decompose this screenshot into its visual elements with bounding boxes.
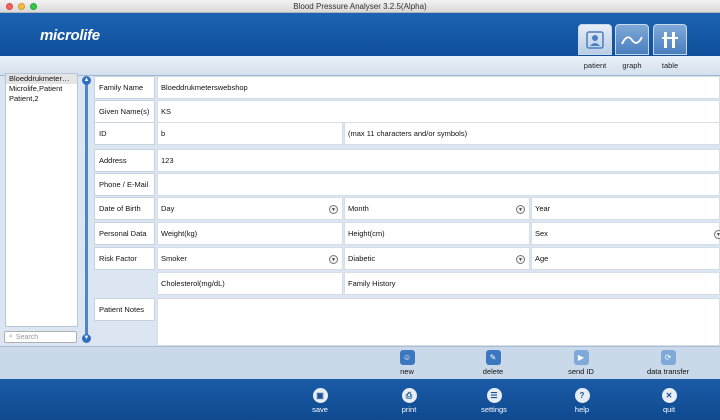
delete-label: delete	[482, 367, 504, 376]
patient-list[interactable]: Bloeddrukmeter… Microlife,Patient Patien…	[5, 73, 78, 327]
given-names-label: Given Name(s)	[94, 100, 155, 123]
tab-patient-label: patient	[583, 61, 607, 70]
save-icon: ▣	[312, 388, 328, 403]
list-scrollbar[interactable]	[85, 80, 88, 338]
window-title: Blood Pressure Analyser 3.2.5(Alpha)	[293, 2, 427, 11]
sex-value: Sex	[535, 229, 548, 238]
send-id-label: send ID	[568, 367, 594, 376]
data-transfer-icon: ⟳	[660, 350, 676, 365]
weight-field[interactable]: Weight(kg)	[157, 222, 343, 245]
dob-month-select[interactable]: Month ▼	[344, 197, 530, 220]
quit-label: quit	[662, 405, 676, 414]
help-icon: ?	[574, 388, 590, 403]
print-label: print	[401, 405, 417, 414]
smoker-select[interactable]: Smoker ▼	[157, 247, 343, 270]
new-button[interactable]: ☺ new	[382, 350, 432, 376]
delete-icon: ✎	[485, 350, 501, 365]
data-transfer-label: data transfer	[646, 367, 690, 376]
minimize-window-button[interactable]	[18, 3, 25, 10]
print-icon: ⎙	[401, 388, 417, 403]
dob-day-select[interactable]: Day ▼	[157, 197, 343, 220]
chevron-down-icon: ▼	[516, 205, 525, 214]
tab-table-label: table	[661, 61, 679, 70]
chevron-down-icon: ▼	[329, 205, 338, 214]
new-patient-icon: ☺	[399, 350, 415, 365]
list-item[interactable]: Bloeddrukmeter…	[6, 74, 77, 84]
send-id-button[interactable]: ▶ send ID	[556, 350, 606, 376]
patient-notes-label: Patient Notes	[94, 298, 155, 321]
print-button[interactable]: ⎙ print	[389, 388, 429, 414]
settings-button[interactable]: ☰ settings	[474, 388, 514, 414]
diabetic-value: Diabetic	[348, 254, 376, 263]
close-window-button[interactable]	[6, 3, 13, 10]
phone-email-field[interactable]	[157, 173, 720, 196]
tab-graph-label: graph	[622, 61, 642, 70]
data-transfer-button[interactable]: ⟳ data transfer	[643, 350, 693, 376]
sex-select[interactable]: Sex ▼	[531, 222, 720, 245]
chevron-down-icon: ▼	[714, 230, 720, 239]
settings-icon: ☰	[486, 388, 502, 403]
family-name-label: Family Name	[94, 76, 155, 99]
cholesterol-field[interactable]: Cholesterol(mg/dL)	[157, 272, 343, 295]
settings-label: settings	[481, 405, 507, 414]
graph-icon	[621, 35, 643, 44]
given-names-field[interactable]: KS	[157, 100, 720, 123]
window-controls	[6, 3, 37, 10]
family-history-field[interactable]: Family History	[344, 272, 720, 295]
address-field[interactable]: 123	[157, 149, 720, 172]
patient-icon	[586, 30, 604, 49]
dob-month-value: Month	[348, 204, 369, 213]
tab-table[interactable]	[653, 24, 687, 55]
chevron-down-icon: ▼	[516, 255, 525, 264]
smoker-value: Smoker	[161, 254, 187, 263]
list-item[interactable]: Microlife,Patient	[6, 84, 77, 94]
age-field[interactable]: Age	[531, 247, 720, 270]
address-label: Address	[94, 149, 155, 172]
dob-year-field[interactable]: Year	[531, 197, 720, 220]
search-placeholder: Search	[15, 333, 39, 341]
chevron-down-icon: ▼	[329, 255, 338, 264]
send-id-icon: ▶	[573, 350, 589, 365]
bottom-toolbar: ▣ save ⎙ print ☰ settings ? help ✕ quit	[0, 379, 720, 420]
id-field[interactable]: b	[157, 122, 343, 145]
family-name-field[interactable]: Bloeddrukmeterswebshop	[157, 76, 720, 99]
list-item[interactable]: Patient,2	[6, 94, 77, 104]
help-label: help	[574, 405, 590, 414]
action-bar: ☺ new ✎ delete ▶ send ID ⟳ data transfer	[0, 346, 720, 379]
microlife-logo: microlife	[40, 27, 100, 44]
personal-data-label: Personal Data	[94, 222, 155, 245]
search-icon: ⌕	[9, 333, 13, 340]
diabetic-select[interactable]: Diabetic ▼	[344, 247, 530, 270]
scroll-up-button[interactable]: ▲	[82, 76, 91, 85]
quit-icon: ✕	[661, 388, 677, 403]
phone-email-label: Phone / E-Mail	[94, 173, 155, 196]
delete-button[interactable]: ✎ delete	[468, 350, 518, 376]
app-header: microlife	[0, 13, 720, 56]
quit-button[interactable]: ✕ quit	[649, 388, 689, 414]
title-bar: Blood Pressure Analyser 3.2.5(Alpha)	[0, 0, 720, 13]
scroll-down-button[interactable]: ▼	[82, 334, 91, 343]
table-icon	[662, 31, 678, 48]
save-button[interactable]: ▣ save	[300, 388, 340, 414]
risk-factor-label: Risk Factor	[94, 247, 155, 270]
height-field[interactable]: Height(cm)	[344, 222, 530, 245]
help-button[interactable]: ? help	[562, 388, 602, 414]
new-label: new	[400, 367, 414, 376]
id-hint: (max 11 characters and/or symbols)	[344, 122, 720, 145]
save-label: save	[312, 405, 328, 414]
dob-label: Date of Birth	[94, 197, 155, 220]
dob-day-value: Day	[161, 204, 175, 213]
tab-graph[interactable]	[615, 24, 649, 55]
zoom-window-button[interactable]	[30, 3, 37, 10]
search-input[interactable]: ⌕ Search	[4, 331, 77, 343]
id-label: ID	[94, 122, 155, 145]
tab-patient[interactable]	[578, 24, 612, 55]
patient-notes-field[interactable]	[157, 298, 720, 346]
